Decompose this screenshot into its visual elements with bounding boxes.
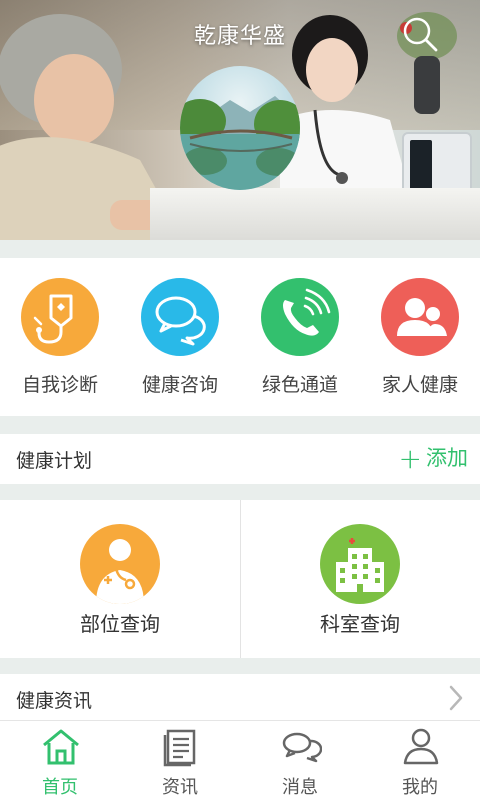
health-news-row[interactable]: 健康资讯 xyxy=(0,674,480,722)
search-icon xyxy=(403,17,438,52)
query-cards: 部位查询 科室查询 xyxy=(0,500,480,658)
tab-messages[interactable]: 消息 xyxy=(240,721,360,801)
tab-news[interactable]: 资讯 xyxy=(120,721,240,801)
home-icon xyxy=(43,729,79,765)
health-plan-row: 健康计划 + 添加 xyxy=(0,434,480,484)
landscape-bubble-image xyxy=(180,66,300,190)
health-consult-label: 健康咨询 xyxy=(141,374,218,396)
add-plan-label: 添加 xyxy=(426,446,468,470)
tab-news-label: 资讯 xyxy=(162,777,198,798)
iv-drip-icon xyxy=(21,278,99,356)
bottom-tab-bar: 首页 资讯 消息 我的 xyxy=(0,720,480,801)
tab-messages-label: 消息 xyxy=(282,777,318,798)
hospital-icon xyxy=(320,524,400,604)
quick-functions: 自我诊断 健康咨询 绿色通道 家人健康 xyxy=(0,258,480,416)
self-diagnosis-button[interactable]: 自我诊断 xyxy=(0,278,120,408)
family-icon xyxy=(381,278,459,356)
profile-icon xyxy=(403,728,439,765)
health-plan-title: 健康计划 xyxy=(16,450,93,472)
doctor-icon xyxy=(80,524,160,604)
green-channel-button[interactable]: 绿色通道 xyxy=(240,278,360,408)
add-plan-button[interactable]: + 添加 xyxy=(399,442,468,475)
body-part-query-button[interactable]: 部位查询 xyxy=(0,500,240,658)
tab-profile[interactable]: 我的 xyxy=(360,721,480,801)
search-button[interactable] xyxy=(400,14,440,54)
plus-icon: + xyxy=(398,442,422,475)
body-part-query-label: 部位查询 xyxy=(80,612,160,636)
desk xyxy=(150,188,480,240)
department-query-label: 科室查询 xyxy=(320,612,400,636)
self-diagnosis-label: 自我诊断 xyxy=(21,374,98,396)
health-consult-button[interactable]: 健康咨询 xyxy=(120,278,240,408)
tab-profile-label: 我的 xyxy=(402,777,438,798)
department-query-button[interactable]: 科室查询 xyxy=(240,500,480,658)
chat-bubbles-icon xyxy=(141,278,219,356)
family-health-label: 家人健康 xyxy=(381,374,458,396)
news-icon xyxy=(163,729,196,767)
health-news-title: 健康资讯 xyxy=(16,690,93,712)
chevron-right-icon xyxy=(449,685,463,711)
family-health-button[interactable]: 家人健康 xyxy=(360,278,480,408)
green-channel-label: 绿色通道 xyxy=(261,374,338,396)
phone-call-icon xyxy=(261,278,339,356)
tab-home-label: 首页 xyxy=(42,777,78,798)
tab-home[interactable]: 首页 xyxy=(0,721,120,801)
message-icon xyxy=(282,732,322,763)
hero-banner: 乾康华盛 xyxy=(0,0,480,240)
